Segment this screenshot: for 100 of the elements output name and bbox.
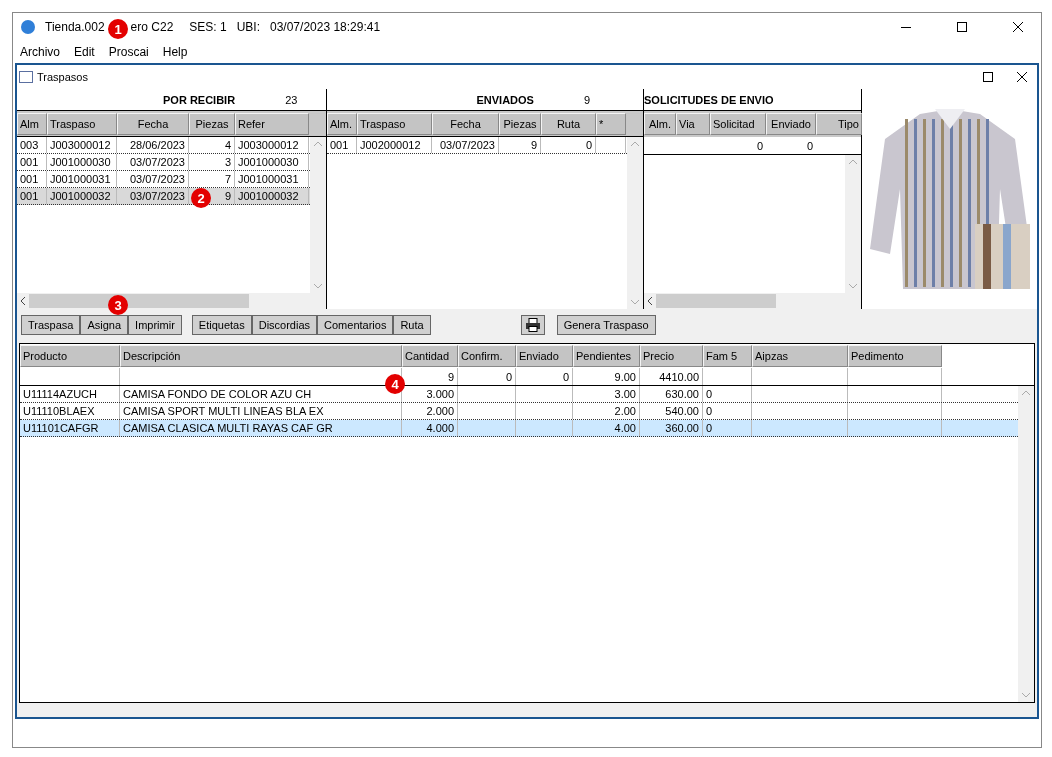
- child-window-title: Traspasos: [37, 71, 88, 83]
- toolbar-button[interactable]: Ruta: [393, 315, 431, 335]
- session-label: SES: 1: [189, 20, 227, 34]
- table-cell: 4: [189, 137, 235, 153]
- scroll-left-icon[interactable]: [20, 297, 25, 305]
- column-header[interactable]: Via: [676, 113, 710, 135]
- column-header[interactable]: *: [596, 112, 626, 135]
- table-cell: U11101CAFGR: [20, 420, 120, 436]
- minimize-icon[interactable]: [901, 26, 911, 28]
- table-cell: J003000012: [47, 137, 117, 153]
- scroll-down-icon[interactable]: [1022, 693, 1030, 698]
- table-cell: 03/07/2023: [117, 188, 189, 204]
- scroll-down-icon[interactable]: [631, 300, 639, 305]
- horizontal-scrollbar[interactable]: [644, 293, 861, 309]
- total-cell: 9.00: [573, 368, 640, 385]
- toolbar-button[interactable]: Etiquetas: [191, 315, 252, 335]
- column-header[interactable]: Descripción: [120, 345, 402, 367]
- count-label: 9: [583, 93, 591, 106]
- vertical-scrollbar[interactable]: [310, 137, 326, 293]
- vertical-scrollbar[interactable]: [1018, 386, 1034, 702]
- column-header[interactable]: Alm: [17, 112, 47, 135]
- toolbar-button[interactable]: Imprimir: [128, 315, 182, 335]
- table-cell: U11110BLAEX: [20, 403, 120, 419]
- menu-item[interactable]: Proscai: [108, 45, 149, 59]
- table-cell: 001: [17, 188, 47, 204]
- column-header[interactable]: Solicitad: [710, 113, 766, 135]
- date-time: 03/07/2023 18:29:41: [270, 20, 381, 34]
- total-cell: 0: [458, 368, 516, 385]
- menu-item[interactable]: Archivo: [20, 45, 60, 59]
- toolbar-button[interactable]: Discordias: [251, 315, 318, 335]
- column-header[interactable]: Fecha: [432, 112, 499, 135]
- table-cell: 03/07/2023: [432, 137, 499, 153]
- table-cell: J001000030: [235, 154, 309, 170]
- panel-title: ENVIADOS: [476, 93, 534, 106]
- table-cell: 0: [703, 420, 752, 436]
- scroll-left-icon[interactable]: [647, 297, 652, 305]
- scroll-up-icon[interactable]: [631, 141, 639, 146]
- scroll-down-icon[interactable]: [314, 284, 322, 289]
- column-header[interactable]: Ruta: [541, 112, 596, 135]
- table-cell: J001000031: [235, 171, 309, 187]
- table-cell: J003000012: [235, 137, 309, 153]
- table-cell: CAMISA CLASICA MULTI RAYAS CAF GR: [120, 420, 402, 436]
- table-cell: 0: [703, 403, 752, 419]
- column-header[interactable]: Cantidad: [402, 345, 458, 367]
- scroll-up-icon[interactable]: [314, 141, 322, 146]
- vertical-scrollbar[interactable]: [845, 155, 861, 293]
- table-cell: J001000032: [47, 188, 117, 204]
- column-header[interactable]: Enviado: [516, 345, 573, 367]
- column-header[interactable]: Fam 5: [703, 345, 752, 367]
- table-cell: J001000032: [235, 188, 309, 204]
- table-cell: 001: [17, 154, 47, 170]
- column-header[interactable]: Fecha: [117, 112, 189, 135]
- scroll-down-icon[interactable]: [849, 284, 857, 289]
- column-header[interactable]: Producto: [20, 345, 120, 367]
- column-header[interactable]: Pendientes: [573, 345, 640, 367]
- scroll-up-icon[interactable]: [849, 159, 857, 164]
- table-row[interactable]: U11101CAFGR CAMISA CLASICA MULTI RAYAS CAF GR 4.000 4.00 360.00 0: [20, 420, 1018, 437]
- table-cell: 360.00: [640, 420, 703, 436]
- toolbar-button[interactable]: Genera Traspaso: [556, 315, 656, 335]
- table-cell: 0: [541, 137, 596, 153]
- close-icon[interactable]: [1017, 72, 1027, 82]
- column-header[interactable]: Pedimento: [848, 345, 942, 367]
- maximize-icon[interactable]: [957, 22, 967, 32]
- table-row[interactable]: 003 J003000012 28/06/2023 4 J003000012: [17, 137, 310, 154]
- table-cell: 003: [17, 137, 47, 153]
- column-header[interactable]: Confirm.: [458, 345, 516, 367]
- table-cell: J002000012: [357, 137, 432, 153]
- toolbar-button[interactable]: Traspasa: [21, 315, 81, 335]
- panel-title: SOLICITUDES DE ENVIO: [644, 93, 774, 106]
- toolbar-button[interactable]: Comentarios: [317, 315, 394, 335]
- column-header[interactable]: Traspaso: [357, 112, 432, 135]
- maximize-icon[interactable]: [983, 72, 993, 82]
- menu-item[interactable]: Help: [162, 45, 188, 59]
- horizontal-scrollbar[interactable]: [17, 293, 326, 309]
- table-cell: CAMISA SPORT MULTI LINEAS BLA EX: [120, 403, 402, 419]
- table-row[interactable]: 001 J001000030 03/07/2023 3 J001000030: [17, 154, 310, 171]
- location-label: UBI:: [236, 20, 260, 34]
- menu-item[interactable]: Edit: [74, 45, 95, 59]
- scroll-up-icon[interactable]: [1022, 390, 1030, 395]
- table-cell: 0: [703, 386, 752, 402]
- column-header[interactable]: Traspaso: [47, 112, 117, 135]
- table-row[interactable]: U11110BLAEX CAMISA SPORT MULTI LINEAS BLA EX 2.000 2.00 540.00 0: [20, 403, 1018, 420]
- column-header[interactable]: Alm.: [327, 112, 357, 135]
- window-title: ero C22: [130, 20, 174, 34]
- column-header[interactable]: Aipzas: [752, 345, 848, 367]
- column-header[interactable]: Refer: [235, 112, 309, 135]
- table-row[interactable]: 001 J002000012 03/07/2023 9 0: [327, 137, 627, 154]
- print-button[interactable]: [520, 315, 545, 335]
- column-header[interactable]: Enviado: [766, 113, 816, 135]
- column-header[interactable]: Tipo: [816, 113, 862, 135]
- table-row[interactable]: 001 J001000031 03/07/2023 7 J001000031: [17, 171, 310, 188]
- toolbar-button[interactable]: Asigna: [80, 315, 129, 335]
- close-icon[interactable]: [1013, 22, 1023, 32]
- column-header[interactable]: Piezas: [189, 112, 235, 135]
- column-header[interactable]: Precio: [640, 345, 703, 367]
- table-cell: J001000031: [47, 171, 117, 187]
- column-header[interactable]: Alm.: [644, 113, 676, 135]
- table-cell: J001000030: [47, 154, 117, 170]
- vertical-scrollbar[interactable]: [627, 137, 643, 309]
- column-header[interactable]: Piezas: [499, 112, 541, 135]
